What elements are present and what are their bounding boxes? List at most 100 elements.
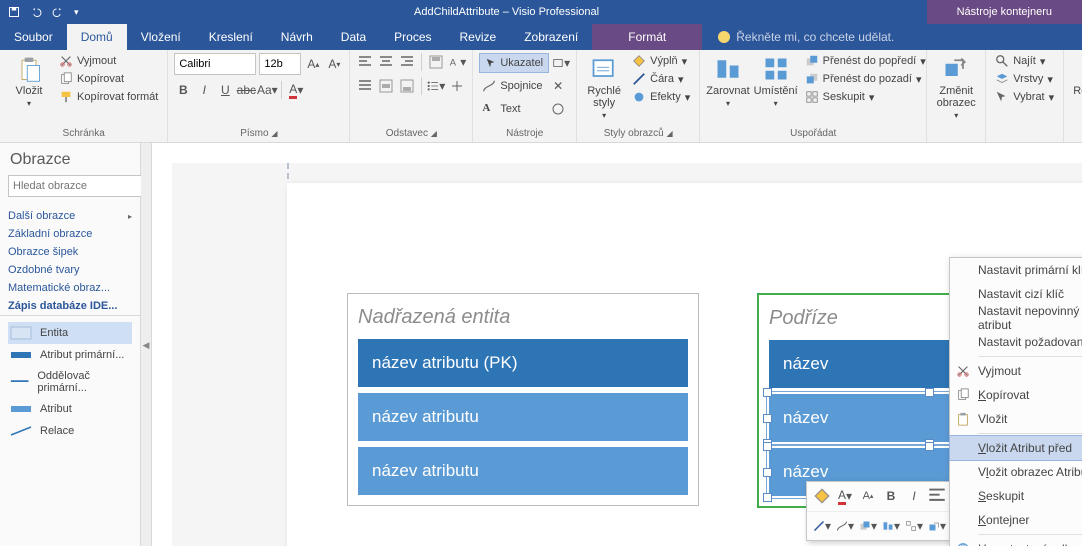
shape-separator-primary[interactable]: Oddělovač primární... xyxy=(8,366,132,398)
find-button[interactable]: Najít▾ xyxy=(992,53,1057,69)
align-left-icon[interactable] xyxy=(356,53,374,71)
select-button[interactable]: Vybrat▾ xyxy=(992,89,1057,105)
case-button[interactable]: Aa▾ xyxy=(258,81,276,99)
shape-attribute[interactable]: Atribut xyxy=(8,398,132,420)
cat-database-ide[interactable]: Zápis databáze IDE... xyxy=(8,297,132,315)
align-icon[interactable] xyxy=(928,487,946,505)
ctx-item[interactable]: Vložit obrazec Atribut za xyxy=(950,460,1082,484)
collapse-sidebar-icon[interactable]: ◀ xyxy=(141,143,152,546)
tab-insert[interactable]: Vložení xyxy=(127,24,195,50)
tab-data[interactable]: Data xyxy=(327,24,380,50)
tab-home[interactable]: Domů xyxy=(67,24,127,50)
bold-icon[interactable]: B xyxy=(882,487,900,505)
underline-button[interactable]: U xyxy=(216,81,234,99)
align-center-icon[interactable] xyxy=(377,53,395,71)
shape-entity[interactable]: Entita xyxy=(8,322,132,344)
align-button[interactable]: Zarovnat▾ xyxy=(706,53,749,108)
tab-draw[interactable]: Kreslení xyxy=(195,24,267,50)
tab-view[interactable]: Zobrazení xyxy=(510,24,592,50)
line-button[interactable]: Čára▾ xyxy=(629,71,693,87)
tab-file[interactable]: Soubor xyxy=(0,24,67,50)
bullets-icon[interactable]: ▾ xyxy=(427,77,445,95)
connection-point-icon[interactable] xyxy=(549,100,567,118)
cat-math[interactable]: Matematické obraz... xyxy=(8,279,132,297)
shape-relation[interactable]: Relace xyxy=(8,420,132,442)
pointer-tool-button[interactable]: Ukazatel xyxy=(479,53,549,73)
align-right-icon[interactable] xyxy=(398,53,416,71)
fill-button[interactable]: Výplň▾ xyxy=(629,53,693,69)
cat-decorative[interactable]: Ozdobné tvary xyxy=(8,261,132,279)
effects-button[interactable]: Efekty▾ xyxy=(629,89,693,105)
grow-font-icon[interactable]: A▴ xyxy=(859,487,877,505)
rotate-text-icon[interactable] xyxy=(448,77,466,95)
font-color-button[interactable]: A▾ xyxy=(287,81,305,99)
copy-button[interactable]: Kopírovat xyxy=(56,71,161,87)
split-button[interactable]: Rozdělit xyxy=(1070,53,1082,97)
undo-icon[interactable] xyxy=(30,6,42,18)
ctx-item[interactable]: Nastavit cizí klíč xyxy=(950,282,1082,306)
cat-more-shapes[interactable]: Další obrazce▸ xyxy=(8,207,132,225)
crosshair-icon[interactable]: ✕ xyxy=(549,77,567,95)
quick-styles-button[interactable]: Rychlé styly▾ xyxy=(583,53,625,120)
ctx-item[interactable]: Nastavit požadované xyxy=(950,330,1082,354)
strike-button[interactable]: abc xyxy=(237,81,255,99)
qat-more-icon[interactable]: ▾ xyxy=(74,7,79,18)
connector-tool-button[interactable]: Spojnice✕ xyxy=(479,76,570,96)
format-painter-button[interactable]: Kopírovat formát xyxy=(56,89,161,105)
attribute-row[interactable]: název atributu xyxy=(358,393,688,441)
text-tool-button[interactable]: AText xyxy=(479,99,570,119)
italic-icon[interactable]: I xyxy=(905,487,923,505)
valign-bottom-icon[interactable] xyxy=(398,77,416,95)
send-back-button[interactable]: Přenést do pozadí▾ xyxy=(802,71,929,87)
change-shape-icon[interactable]: ▾ xyxy=(928,517,946,535)
shrink-font-icon[interactable]: A▾ xyxy=(325,55,343,73)
cat-arrows[interactable]: Obrazce šipek xyxy=(8,243,132,261)
attribute-row[interactable]: název atributu (PK) xyxy=(358,339,688,387)
line-color-icon[interactable]: ▾ xyxy=(813,517,831,535)
valign-top-icon[interactable] xyxy=(427,53,445,71)
grow-font-icon[interactable]: A▴ xyxy=(304,55,322,73)
position-button[interactable]: Umístění▾ xyxy=(754,53,798,108)
align-justify-icon[interactable] xyxy=(356,77,374,95)
fill-color-icon[interactable] xyxy=(813,487,831,505)
tab-format[interactable]: Formát xyxy=(592,24,702,50)
bring-front-button[interactable]: Přenést do popředí▾ xyxy=(802,53,929,69)
tab-design[interactable]: Návrh xyxy=(267,24,327,50)
save-icon[interactable] xyxy=(8,6,20,18)
italic-button[interactable]: I xyxy=(195,81,213,99)
valign-mid-icon[interactable] xyxy=(377,77,395,95)
change-shape-button[interactable]: Změnit obrazec▾ xyxy=(933,53,979,120)
font-name-input[interactable] xyxy=(174,53,256,75)
font-size-input[interactable] xyxy=(259,53,301,75)
group-icon[interactable]: ▾ xyxy=(905,517,923,535)
ctx-item[interactable]: Kontejner▶ xyxy=(950,508,1082,532)
group-arrange-button[interactable]: Seskupit▾ xyxy=(802,89,929,105)
rectangle-tool-icon[interactable]: ▾ xyxy=(552,54,570,72)
ctx-item[interactable]: Vložit xyxy=(950,407,1082,431)
search-shapes-input[interactable] xyxy=(8,175,160,197)
layers-button[interactable]: Vrstvy▾ xyxy=(992,71,1057,87)
attribute-row[interactable]: název atributu xyxy=(358,447,688,495)
ctx-item[interactable]: Nastavit nepovinný atribut xyxy=(950,306,1082,330)
cat-basic[interactable]: Základní obrazce xyxy=(8,225,132,243)
connector-icon[interactable]: ▾ xyxy=(836,517,854,535)
ctx-item[interactable]: Nastavit primární klíč xyxy=(950,258,1082,282)
orientation-icon[interactable]: A▾ xyxy=(448,53,466,71)
bring-front-icon[interactable]: ▾ xyxy=(859,517,877,535)
entity-parent[interactable]: Nadřazená entita název atributu (PK) náz… xyxy=(347,293,699,506)
paste-button[interactable]: Vložit ▾ xyxy=(6,53,52,108)
redo-icon[interactable] xyxy=(52,6,64,18)
align-shapes-icon[interactable]: ▾ xyxy=(882,517,900,535)
tab-review[interactable]: Revize xyxy=(446,24,511,50)
ctx-item[interactable]: Vložit Atribut před xyxy=(949,435,1082,461)
font-color-icon[interactable]: A▾ xyxy=(836,487,854,505)
tell-me-box[interactable]: Řekněte mi, co chcete udělat. xyxy=(702,24,1082,50)
ctx-item[interactable]: Hypertextový odkaz... xyxy=(950,537,1082,546)
ctx-item[interactable]: Seskupit▶ xyxy=(950,484,1082,508)
bold-button[interactable]: B xyxy=(174,81,192,99)
cut-button[interactable]: Vyjmout xyxy=(56,53,161,69)
ctx-item[interactable]: Vyjmout xyxy=(950,359,1082,383)
shape-attr-primary[interactable]: Atribut primární... xyxy=(8,344,132,366)
tab-process[interactable]: Proces xyxy=(380,24,445,50)
ctx-item[interactable]: Kopírovat xyxy=(950,383,1082,407)
